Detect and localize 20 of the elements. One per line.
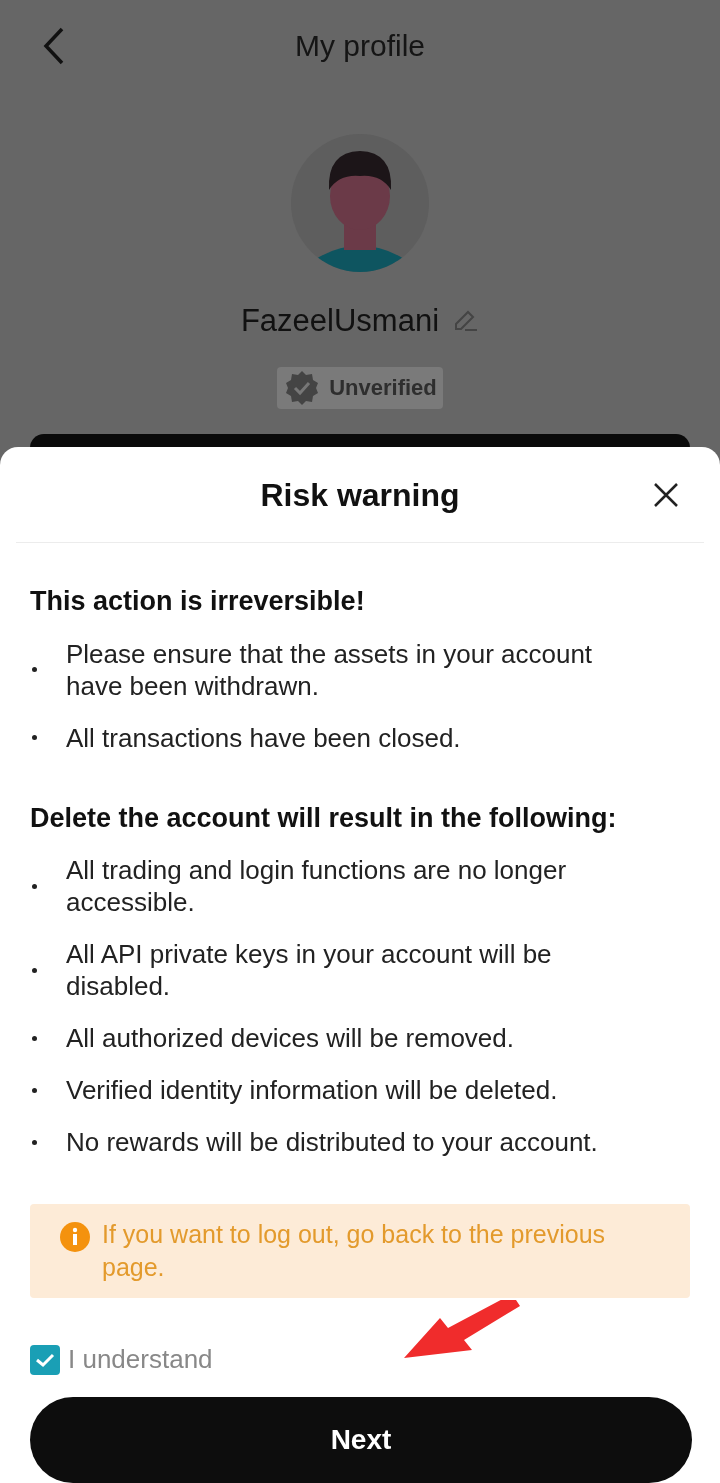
user-name: FazeelUsmani <box>240 302 440 340</box>
list-item: All trading and login functions are no longer accessible. <box>66 854 568 918</box>
list-item: All transactions have been closed. <box>66 721 462 754</box>
section-heading: This action is irreversible! <box>30 585 366 618</box>
info-icon <box>60 1222 90 1252</box>
section-heading: Delete the account will result in the following: <box>30 801 618 835</box>
list-item: No rewards will be distributed to your account. <box>66 1126 599 1158</box>
list-item: Please ensure that the assets in your account have been withdrawn. <box>66 637 594 702</box>
list-item: All API private keys in your account will be disabled. <box>66 938 553 1002</box>
badge-label: Unverified <box>329 374 437 402</box>
notice-text: If you want to log out, go back to the previous page. <box>102 1219 607 1283</box>
checkbox[interactable] <box>30 1344 60 1375</box>
list-item: All authorized devices will be removed. <box>66 1022 515 1054</box>
sheet-title: Risk warning <box>260 475 460 515</box>
page-title: My profile <box>294 27 425 64</box>
checkbox-label: I understand <box>68 1343 213 1376</box>
close-button[interactable] <box>652 481 680 509</box>
next-button[interactable]: Next <box>30 1397 692 1483</box>
check-icon <box>35 1351 55 1368</box>
list-item: Verified identity information will be deleted. <box>66 1074 559 1106</box>
